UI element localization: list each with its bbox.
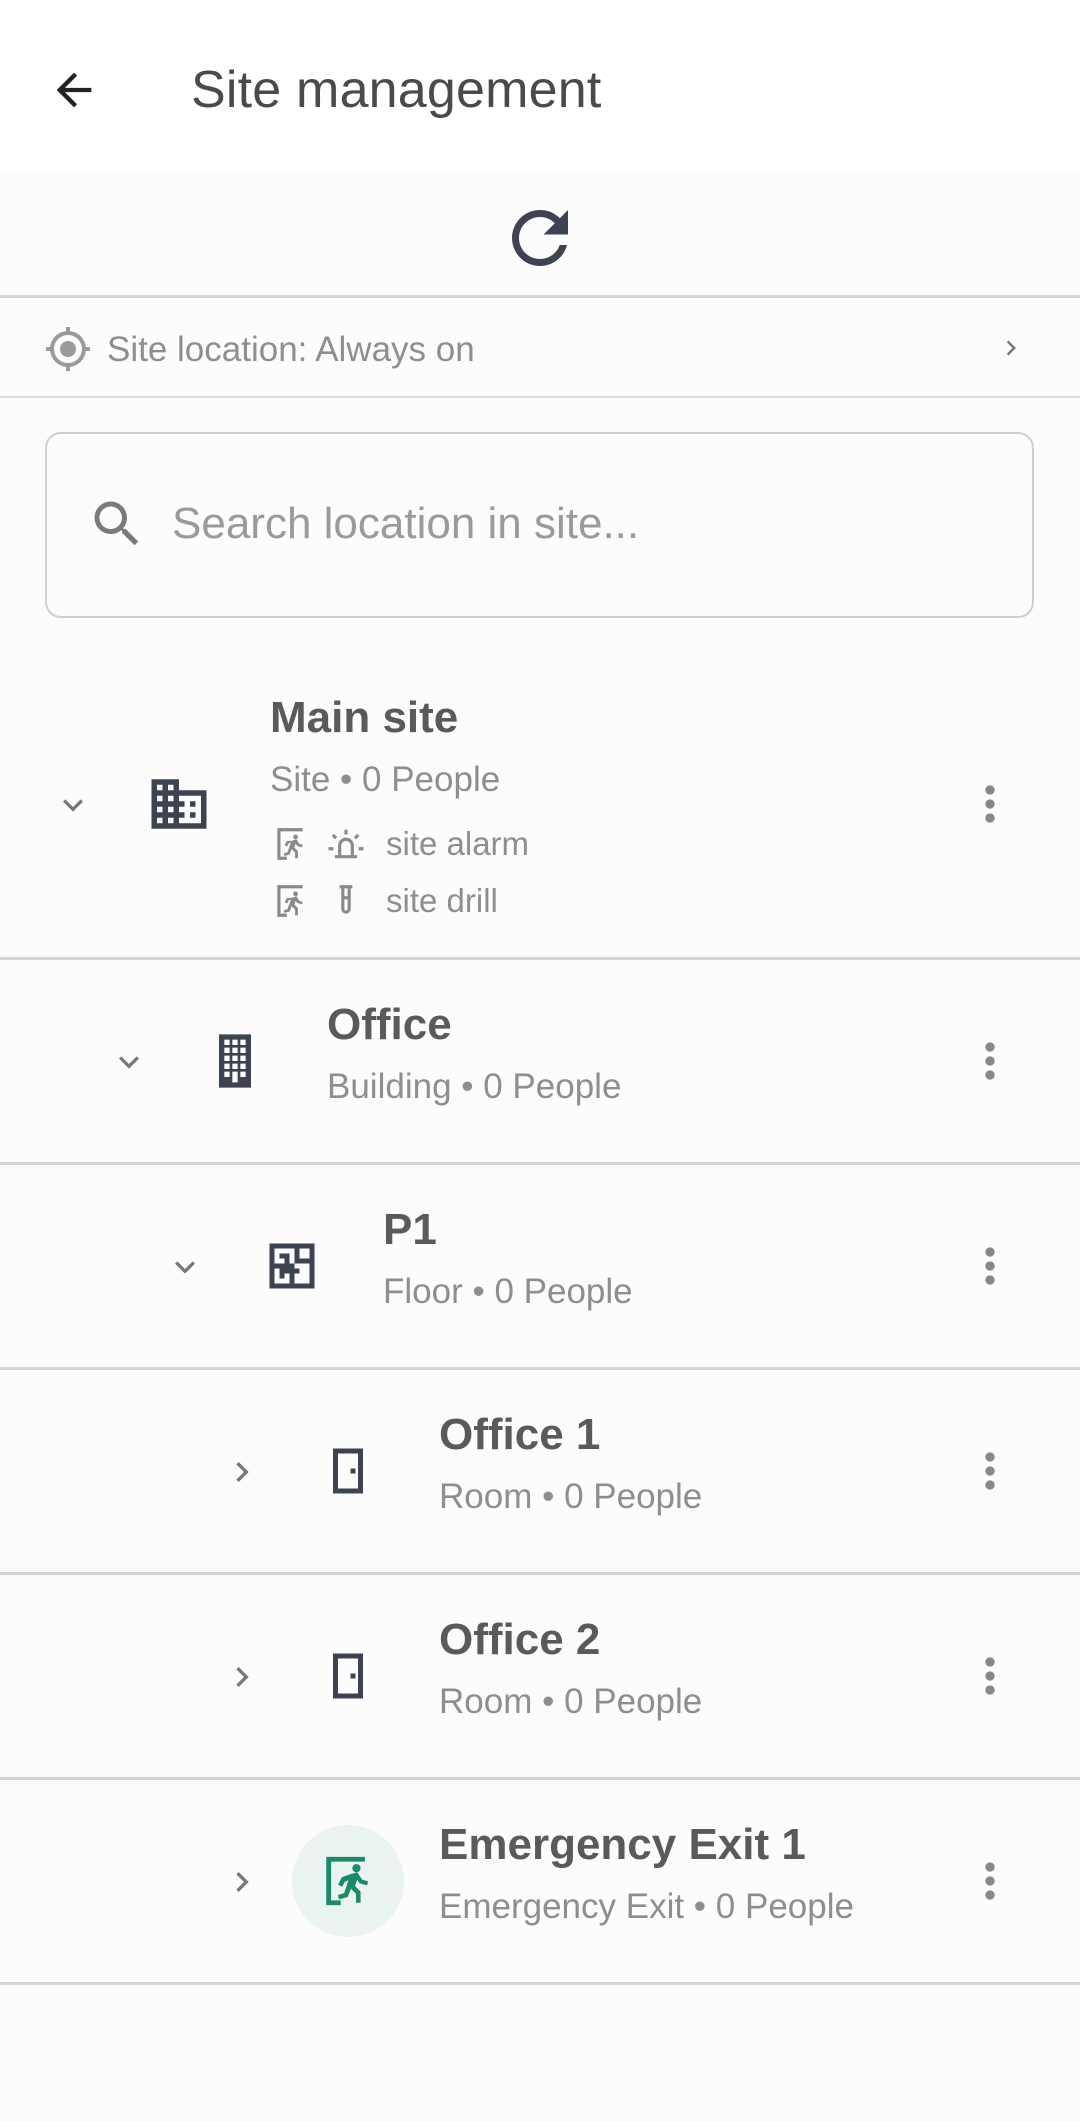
chevron-down-icon: [63, 799, 83, 812]
more-options-button[interactable]: [960, 1226, 1020, 1306]
node-meta: Emergency Exit • 0 People: [439, 1887, 854, 1926]
more-options-button[interactable]: [960, 1021, 1020, 1101]
more-vert-icon: [985, 1042, 995, 1080]
node-name: P1: [383, 1205, 437, 1254]
alarm-tag: site alarm: [270, 824, 529, 864]
expand-button[interactable]: [212, 1442, 272, 1502]
exit-run-icon: [270, 881, 310, 921]
expand-button[interactable]: [212, 1852, 272, 1912]
search-box: [45, 432, 1034, 618]
collapse-button[interactable]: [43, 775, 103, 835]
test-tube-icon: [326, 881, 366, 921]
tree-node-office[interactable]: Office Building • 0 People: [0, 960, 1080, 1165]
node-meta: Building • 0 People: [327, 1067, 622, 1106]
arrow-back-icon: [56, 72, 92, 108]
node-meta: Floor • 0 People: [383, 1272, 633, 1311]
chevron-down-icon: [119, 1056, 139, 1069]
tag-label: site drill: [386, 882, 498, 919]
collapse-button[interactable]: [99, 1032, 159, 1092]
chevron-right-icon: [1006, 340, 1016, 356]
more-options-button[interactable]: [960, 764, 1020, 844]
search-input[interactable]: [172, 484, 992, 564]
more-options-button[interactable]: [960, 1636, 1020, 1716]
collapse-button[interactable]: [155, 1237, 215, 1297]
site-location-label: Site location: Always on: [107, 330, 475, 369]
location-tree: Main site Site • 0 People site alarm sit…: [0, 640, 1080, 1985]
chevron-right-icon: [236, 1667, 249, 1687]
app-bar: Site management: [0, 0, 1080, 172]
site-location-row[interactable]: Site location: Always on: [0, 299, 1080, 398]
node-name: Office 2: [439, 1615, 601, 1664]
door-icon: [308, 1431, 388, 1511]
tree-node-office-1[interactable]: Office 1 Room • 0 People: [0, 1370, 1080, 1575]
refresh-icon: [512, 210, 568, 266]
more-options-button[interactable]: [960, 1841, 1020, 1921]
more-vert-icon: [985, 785, 995, 823]
chevron-down-icon: [175, 1261, 195, 1274]
tree-node-main-site[interactable]: Main site Site • 0 People site alarm sit…: [0, 640, 1080, 960]
more-vert-icon: [985, 1657, 995, 1695]
back-button[interactable]: [34, 50, 114, 130]
drill-tag: site drill: [270, 881, 498, 921]
building-icon: [195, 1021, 275, 1101]
emergency-exit-avatar: [292, 1825, 404, 1937]
apartment-icon: [139, 764, 219, 844]
expand-button[interactable]: [212, 1647, 272, 1707]
exit-run-icon: [270, 824, 310, 864]
node-meta: Site • 0 People: [270, 760, 501, 799]
tree-node-p1[interactable]: P1 Floor • 0 People: [0, 1165, 1080, 1370]
refresh-button[interactable]: [496, 194, 584, 282]
page-title: Site management: [191, 61, 602, 119]
refresh-bar: [0, 172, 1080, 298]
node-name: Main site: [270, 693, 459, 742]
more-vert-icon: [985, 1247, 995, 1285]
my-location-icon: [46, 327, 90, 371]
tree-node-emergency-exit-1[interactable]: Emergency Exit 1 Emergency Exit • 0 Peop…: [0, 1780, 1080, 1985]
node-meta: Room • 0 People: [439, 1477, 703, 1516]
node-meta: Room • 0 People: [439, 1682, 703, 1721]
chevron-right-icon: [236, 1462, 249, 1482]
more-vert-icon: [985, 1862, 995, 1900]
floor-plan-icon: [252, 1226, 332, 1306]
more-options-button[interactable]: [960, 1431, 1020, 1511]
site-management-screen: Site management Site location: Always on: [0, 0, 1080, 2121]
tree-node-office-2[interactable]: Office 2 Room • 0 People: [0, 1575, 1080, 1780]
node-name: Office 1: [439, 1410, 601, 1459]
alarm-icon: [326, 824, 366, 864]
door-icon: [308, 1636, 388, 1716]
tag-label: site alarm: [386, 825, 530, 862]
search-icon: [94, 501, 139, 546]
chevron-right-icon: [236, 1872, 249, 1892]
more-vert-icon: [985, 1452, 995, 1490]
emergency-exit-icon: [292, 1825, 404, 1937]
node-name: Emergency Exit 1: [439, 1820, 806, 1869]
node-name: Office: [327, 1000, 452, 1049]
